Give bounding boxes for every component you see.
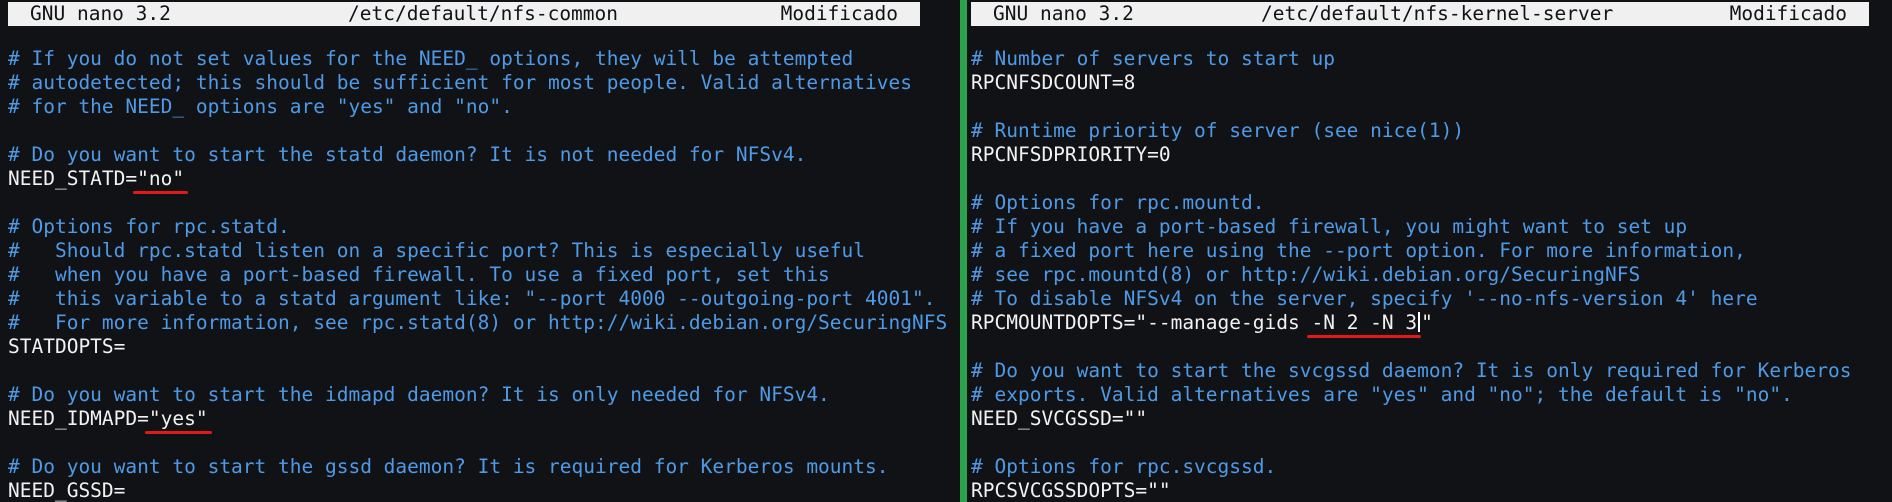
app-name: GNU nano 3.2	[30, 2, 171, 25]
comment-line[interactable]: # For more information, see rpc.statd(8)…	[8, 311, 960, 335]
comment-line[interactable]: # Options for rpc.svcgssd.	[971, 455, 1892, 479]
comment-line[interactable]: # Runtime priority of server (see nice(1…	[971, 119, 1892, 143]
blank-line[interactable]	[971, 95, 1892, 119]
modified-indicator: Modificado	[1729, 2, 1847, 25]
comment-line[interactable]: # If you do not set values for the NEED_…	[8, 47, 960, 71]
right-editor-pane[interactable]: GNU nano 3.2 /etc/default/nfs-kernel-ser…	[967, 0, 1892, 502]
file-path: /etc/default/nfs-common	[348, 2, 619, 25]
config-key: RPCSVCGSSDOPTS=""	[971, 479, 1171, 502]
comment-line[interactable]: # Options for rpc.mountd.	[971, 191, 1892, 215]
config-key: NEED_IDMAPD=	[8, 407, 149, 430]
config-key: RPCMOUNTDOPTS="--manage-gids	[971, 311, 1312, 334]
blank-line[interactable]	[8, 119, 960, 143]
config-key: RPCNFSDPRIORITY=0	[971, 143, 1171, 166]
comment-line[interactable]: # autodetected; this should be sufficien…	[8, 71, 960, 95]
left-editor-pane[interactable]: GNU nano 3.2 /etc/default/nfs-common Mod…	[0, 0, 960, 502]
config-key: NEED_GSSD=	[8, 479, 126, 502]
modified-indicator: Modificado	[780, 2, 898, 25]
config-line[interactable]: RPCNFSDPRIORITY=0	[971, 143, 1892, 167]
blank-line[interactable]	[8, 359, 960, 383]
file-path: /etc/default/nfs-kernel-server	[1261, 2, 1614, 25]
comment-line[interactable]: # when you have a port-based firewall. T…	[8, 263, 960, 287]
config-value-suffix: "	[1421, 311, 1433, 334]
text-cursor	[1418, 312, 1421, 332]
config-key: STATDOPTS=	[8, 335, 126, 358]
comment-line[interactable]: # a fixed port here using the --port opt…	[971, 239, 1892, 263]
config-line[interactable]: RPCNFSDCOUNT=8	[971, 71, 1892, 95]
comment-line[interactable]: # exports. Valid alternatives are "yes" …	[971, 383, 1892, 407]
underlined-value: -N 2 -N 3	[1307, 311, 1421, 338]
underlined-value: "no"	[133, 167, 189, 194]
comment-line[interactable]: # Number of servers to start up	[971, 47, 1892, 71]
config-line[interactable]: NEED_SVCGSSD=""	[971, 407, 1892, 431]
nano-title-bar: GNU nano 3.2 /etc/default/nfs-kernel-ser…	[971, 2, 1869, 26]
comment-line[interactable]: # for the NEED_ options are "yes" and "n…	[8, 95, 960, 119]
blank-line[interactable]	[971, 335, 1892, 359]
config-key: RPCNFSDCOUNT=8	[971, 71, 1136, 94]
app-name: GNU nano 3.2	[993, 2, 1134, 25]
comment-line[interactable]: # see rpc.mountd(8) or http://wiki.debia…	[971, 263, 1892, 287]
config-line[interactable]: STATDOPTS=	[8, 335, 960, 359]
underlined-value: "yes"	[144, 407, 212, 434]
blank-line[interactable]	[8, 191, 960, 215]
config-line[interactable]: RPCMOUNTDOPTS="--manage-gids -N 2 -N 3 "	[971, 311, 1892, 338]
comment-line[interactable]: # Do you want to start the idmapd daemon…	[8, 383, 960, 407]
comment-line[interactable]: # Do you want to start the statd daemon?…	[8, 143, 960, 167]
comment-line[interactable]: # If you have a port-based firewall, you…	[971, 215, 1892, 239]
comment-line[interactable]: # Should rpc.statd listen on a specific …	[8, 239, 960, 263]
blank-line[interactable]	[971, 167, 1892, 191]
config-line[interactable]: NEED_GSSD=	[8, 479, 960, 502]
config-line[interactable]: NEED_STATD="no"	[8, 167, 960, 194]
blank-line[interactable]	[971, 431, 1892, 455]
config-key: NEED_SVCGSSD=""	[971, 407, 1148, 430]
blank-line[interactable]	[8, 431, 960, 455]
config-line[interactable]: RPCSVCGSSDOPTS=""	[971, 479, 1892, 502]
editor-text-area[interactable]: # Number of servers to start up RPCNFSDCO…	[971, 47, 1892, 502]
config-line[interactable]: NEED_IDMAPD="yes"	[8, 407, 960, 434]
comment-line[interactable]: # Options for rpc.statd.	[8, 215, 960, 239]
comment-line[interactable]: # this variable to a statd argument like…	[8, 287, 960, 311]
nano-title-bar: GNU nano 3.2 /etc/default/nfs-common Mod…	[8, 2, 920, 26]
comment-line[interactable]: # To disable NFSv4 on the server, specif…	[971, 287, 1892, 311]
comment-line[interactable]: # Do you want to start the svcgssd daemo…	[971, 359, 1892, 383]
editor-text-area[interactable]: # If you do not set values for the NEED_…	[8, 47, 960, 502]
config-key: NEED_STATD=	[8, 167, 138, 190]
pane-divider	[960, 0, 967, 502]
comment-line[interactable]: # Do you want to start the gssd daemon? …	[8, 455, 960, 479]
